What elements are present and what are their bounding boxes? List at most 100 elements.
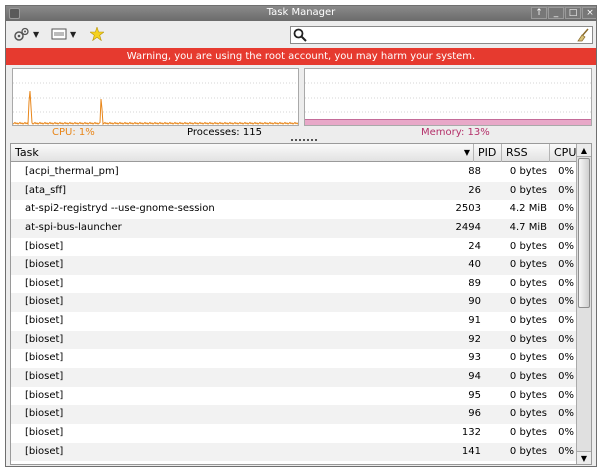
table-row[interactable]: [bioset] 92 0 bytes 0% <box>11 330 577 350</box>
pid-cell: 132 <box>461 426 481 438</box>
task-cell: at-spi2-registryd --use-gnome-session <box>25 203 215 215</box>
task-cell: [bioset] <box>25 296 64 308</box>
table-row[interactable]: [bioset] 90 0 bytes 0% <box>11 293 577 313</box>
cpu-cell: 0% <box>558 184 574 196</box>
cpu-cell: 0% <box>558 389 574 401</box>
title-bar[interactable]: Task Manager ↑ _ □ × <box>6 6 596 21</box>
pane-resize-handle[interactable] <box>291 139 317 142</box>
cpu-cell: 0% <box>558 277 574 289</box>
cpu-cell: 0% <box>558 352 574 364</box>
table-header: Task ▼ PID RSS CPU <box>11 144 577 162</box>
cpu-cell: 0% <box>558 203 574 215</box>
table-row[interactable]: [bioset] 40 0 bytes 0% <box>11 256 577 275</box>
sort-descending-icon: ▼ <box>463 148 470 157</box>
task-manager-window: Task Manager ↑ _ □ × ▼ ▼ Warning, you ar… <box>5 5 597 467</box>
pid-cell: 94 <box>468 371 481 383</box>
task-cell: [bioset] <box>25 240 64 252</box>
processes-label: Processes: 115 <box>187 127 262 138</box>
cpu-label: CPU: 1% <box>52 127 95 138</box>
rss-cell: 0 bytes <box>509 389 547 401</box>
table-row[interactable]: [bioset] 132 0 bytes 0% <box>11 424 577 443</box>
table-row[interactable]: [bioset] 24 0 bytes 0% <box>11 238 577 257</box>
column-header-task[interactable]: Task ▼ <box>11 144 474 162</box>
rss-cell: 0 bytes <box>509 352 547 364</box>
rss-cell: 0 bytes <box>509 371 547 383</box>
process-table: Task ▼ PID RSS CPU [acpi_thermal_pm] 88 0 … <box>10 143 592 465</box>
pid-cell: 88 <box>468 166 481 177</box>
table-row[interactable]: [bioset] 95 0 bytes 0% <box>11 387 577 406</box>
task-cell: [bioset] <box>25 389 64 401</box>
task-cell: [bioset] <box>25 352 64 364</box>
rss-cell: 0 bytes <box>509 315 547 327</box>
rss-cell: 0 bytes <box>509 259 547 271</box>
table-row[interactable]: [bioset] 89 0 bytes 0% <box>11 275 577 294</box>
about-button[interactable] <box>90 26 104 42</box>
vertical-scrollbar[interactable]: ▲ ▼ <box>576 144 591 464</box>
cpu-cell: 0% <box>558 333 574 345</box>
pid-cell: 89 <box>468 277 481 289</box>
rss-cell: 4.7 MiB <box>509 221 547 233</box>
search-icon <box>293 28 307 42</box>
pid-cell: 40 <box>468 259 481 271</box>
memory-graph-plot <box>305 82 591 125</box>
scrollbar-thumb[interactable] <box>578 158 590 308</box>
task-cell: [bioset] <box>25 371 64 383</box>
pid-cell: 96 <box>468 408 481 420</box>
pid-cell: 92 <box>468 333 481 345</box>
cpu-usage-line <box>13 90 298 125</box>
table-row[interactable]: at-spi2-registryd --use-gnome-session 250… <box>11 200 577 219</box>
pid-cell: 141 <box>461 445 481 457</box>
settings-gears-icon <box>14 27 29 41</box>
task-cell: [bioset] <box>25 445 64 457</box>
clear-broom-icon[interactable] <box>576 28 590 42</box>
pin-button[interactable]: ↑ <box>531 7 547 19</box>
task-cell: [bioset] <box>25 408 64 420</box>
column-header-rss[interactable]: RSS <box>502 144 550 162</box>
view-menu-button[interactable]: ▼ <box>51 26 76 42</box>
window-title: Task Manager <box>266 7 336 18</box>
task-cell: [bioset] <box>25 426 64 438</box>
scroll-down-arrow-icon[interactable]: ▼ <box>577 451 591 464</box>
table-row[interactable]: at-spi-bus-launcher 2494 4.7 MiB 0% <box>11 218 577 238</box>
minimize-button[interactable]: _ <box>548 7 564 19</box>
pid-cell: 93 <box>468 352 481 364</box>
rss-cell: 0 bytes <box>509 240 547 252</box>
memory-label: Memory: 13% <box>421 127 490 138</box>
pid-cell: 90 <box>468 296 481 308</box>
chevron-down-icon: ▼ <box>70 29 77 39</box>
toolbar: ▼ ▼ <box>6 21 596 48</box>
table-row[interactable]: [bioset] 141 0 bytes 0% <box>11 442 577 462</box>
search-input[interactable] <box>309 28 569 42</box>
cpu-cell: 0% <box>558 259 574 271</box>
task-cell: [bioset] <box>25 333 64 345</box>
scroll-up-arrow-icon[interactable]: ▲ <box>577 144 591 157</box>
cpu-cell: 0% <box>558 426 574 438</box>
cpu-graph <box>12 68 299 126</box>
table-row[interactable]: [bioset] 91 0 bytes 0% <box>11 312 577 331</box>
rss-cell: 0 bytes <box>509 445 547 457</box>
cpu-cell: 0% <box>558 445 574 457</box>
table-row[interactable]: [bioset] 93 0 bytes 0% <box>11 349 577 368</box>
table-row[interactable]: [ata_sff] 26 0 bytes 0% <box>11 181 577 201</box>
cpu-cell: 0% <box>558 408 574 420</box>
table-row[interactable]: [bioset] 94 0 bytes 0% <box>11 368 577 387</box>
star-icon <box>90 27 104 41</box>
pid-cell: 2503 <box>455 203 481 215</box>
maximize-button[interactable]: □ <box>565 7 581 19</box>
cpu-cell: 0% <box>558 371 574 383</box>
close-button[interactable]: × <box>582 7 596 19</box>
rss-cell: 0 bytes <box>509 333 547 345</box>
pid-cell: 91 <box>468 315 481 327</box>
pid-cell: 95 <box>468 389 481 401</box>
cpu-cell: 0% <box>558 315 574 327</box>
settings-menu-button[interactable]: ▼ <box>14 26 39 42</box>
table-row[interactable]: [bioset] 96 0 bytes 0% <box>11 405 577 424</box>
rss-cell: 0 bytes <box>509 184 547 196</box>
column-header-cpu[interactable]: CPU <box>550 144 577 162</box>
search-field[interactable] <box>290 26 593 44</box>
cpu-cell: 0% <box>558 240 574 252</box>
root-warning-banner: Warning, you are using the root account,… <box>6 48 596 65</box>
table-row[interactable]: [acpi_thermal_pm] 88 0 bytes 0% <box>11 163 577 182</box>
column-header-pid[interactable]: PID <box>474 144 502 162</box>
table-body: [acpi_thermal_pm] 88 0 bytes 0% [ata_sff] 26 0… <box>11 163 577 462</box>
